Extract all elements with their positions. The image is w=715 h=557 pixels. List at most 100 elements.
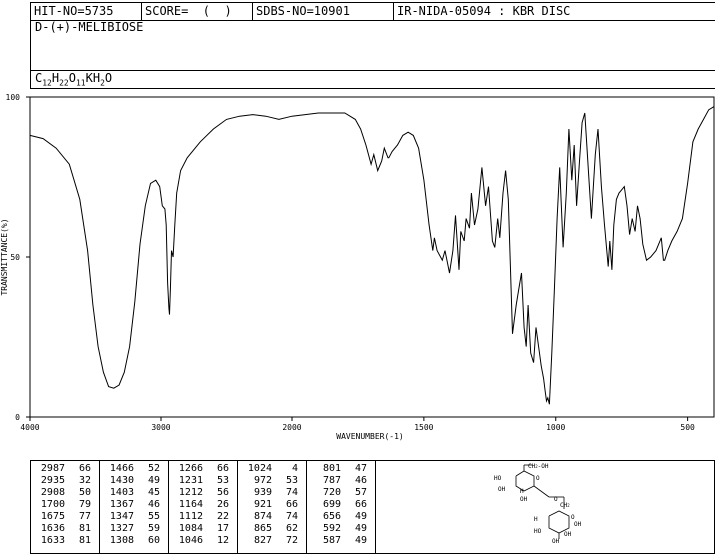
peak-wavenumber: 1112	[178, 511, 203, 522]
peak-transmittance: 66	[354, 499, 367, 510]
peak-row: 1212 56	[169, 487, 238, 499]
peak-column: 1024 4 972 53 939 74 921 66 874 74 865 62 827 72	[238, 463, 307, 547]
svg-text:O: O	[571, 514, 575, 521]
peak-transmittance: 59	[147, 523, 160, 534]
axis-ticks: 4000 3000 2000 1500 1000 500100500	[6, 93, 695, 432]
column-divider	[99, 461, 100, 553]
svg-text:H: H	[534, 516, 538, 523]
column-divider	[306, 461, 307, 553]
peak-row: 1367 46	[100, 499, 169, 511]
peak-wavenumber: 1024	[247, 463, 272, 474]
svg-text:OH: OH	[552, 538, 560, 545]
peak-wavenumber: 1347	[109, 511, 134, 522]
peak-row: 1347 55	[100, 511, 169, 523]
peak-wavenumber: 1046	[178, 535, 203, 546]
peak-row: 939 74	[238, 487, 307, 499]
peak-transmittance: 81	[78, 535, 91, 546]
peak-transmittance: 12	[216, 535, 229, 546]
peak-transmittance: 32	[78, 475, 91, 486]
peak-transmittance: 47	[354, 463, 367, 474]
peak-row: 2987 66	[31, 463, 100, 475]
peak-transmittance: 79	[78, 499, 91, 510]
peak-transmittance: 56	[216, 487, 229, 498]
peak-wavenumber: 1231	[178, 475, 203, 486]
y-tick-label: 50	[10, 253, 20, 262]
peak-row: 1164 26	[169, 499, 238, 511]
peak-row: 827 72	[238, 535, 307, 547]
peak-row: 656 49	[307, 511, 376, 523]
peak-transmittance: 4	[291, 463, 298, 474]
peak-row: 874 74	[238, 511, 307, 523]
column-divider	[168, 461, 169, 553]
peak-transmittance: 53	[285, 475, 298, 486]
peak-wavenumber: 720	[322, 487, 341, 498]
peak-row: 1308 60	[100, 535, 169, 547]
peak-row: 699 66	[307, 499, 376, 511]
peak-row: 921 66	[238, 499, 307, 511]
peak-wavenumber: 1308	[109, 535, 134, 546]
peak-transmittance: 60	[147, 535, 160, 546]
peak-transmittance: 74	[285, 511, 298, 522]
peak-wavenumber: 1633	[40, 535, 65, 546]
peak-transmittance: 49	[354, 535, 367, 546]
peak-wavenumber: 801	[322, 463, 341, 474]
svg-text:HO: HO	[494, 475, 502, 482]
compound-name: D-(+)-MELIBIOSE	[35, 20, 144, 34]
peak-transmittance: 81	[78, 523, 91, 534]
peak-row: 865 62	[238, 523, 307, 535]
peak-wavenumber: 2908	[40, 487, 65, 498]
peak-row: 1266 66	[169, 463, 238, 475]
svg-text:O: O	[554, 496, 558, 503]
ir-spectrum-chart: 4000 3000 2000 1500 1000 500100500 WAVENUMBER…	[0, 93, 715, 441]
peak-wavenumber: 1164	[178, 499, 203, 510]
sdbs-number: SDBS-NO=10901	[256, 4, 350, 18]
peak-wavenumber: 699	[322, 499, 341, 510]
peak-transmittance: 74	[285, 487, 298, 498]
peak-transmittance: 55	[147, 511, 160, 522]
peak-row: 1024 4	[238, 463, 307, 475]
ir-sample-info: IR-NIDA-05094 : KBR DISC	[397, 4, 571, 18]
peak-column: 2987 66 2935 32 2908 50 1700 79 1675 77 1636 81 1633…	[31, 463, 100, 547]
peak-wavenumber: 865	[253, 523, 272, 534]
peak-row: 1327 59	[100, 523, 169, 535]
svg-text:OH: OH	[520, 496, 528, 503]
molecular-formula: C12H22O11KH2O	[35, 71, 113, 88]
peak-row: 787 46	[307, 475, 376, 487]
peak-row: 1636 81	[31, 523, 100, 535]
peak-row: 2935 32	[31, 475, 100, 487]
peak-wavenumber: 921	[253, 499, 272, 510]
peak-row: 1700 79	[31, 499, 100, 511]
peak-transmittance: 49	[354, 511, 367, 522]
score: SCORE= ( )	[145, 4, 232, 18]
peak-transmittance: 72	[285, 535, 298, 546]
peak-wavenumber: 787	[322, 475, 341, 486]
peak-table: 2987 66 2935 32 2908 50 1700 79 1675 77 1636 81 1633…	[30, 460, 376, 554]
peak-transmittance: 17	[216, 523, 229, 534]
hit-number: HIT-NO=5735	[34, 4, 114, 18]
peak-transmittance: 66	[78, 463, 91, 474]
peak-row: 1403 45	[100, 487, 169, 499]
svg-text:HO: HO	[534, 528, 542, 535]
peak-wavenumber: 1675	[40, 511, 65, 522]
x-tick-label: 3000	[151, 423, 170, 432]
structure-panel: CH2-OH HO O OH H OH O CH2 H O OH HO OH O…	[374, 460, 715, 554]
peak-transmittance: 45	[147, 487, 160, 498]
peak-transmittance: 50	[78, 487, 91, 498]
y-tick-label: 0	[15, 413, 20, 422]
peak-transmittance: 49	[147, 475, 160, 486]
peak-transmittance: 49	[354, 523, 367, 534]
peak-wavenumber: 587	[322, 535, 341, 546]
svg-text:OH: OH	[564, 531, 572, 538]
peak-column: 1466 52 1430 49 1403 45 1367 46 1347 55 1327 59 1308…	[100, 463, 169, 547]
peak-transmittance: 26	[216, 499, 229, 510]
peak-row: 1046 12	[169, 535, 238, 547]
peak-wavenumber: 1403	[109, 487, 134, 498]
peak-wavenumber: 1367	[109, 499, 134, 510]
peak-transmittance: 66	[285, 499, 298, 510]
peak-transmittance: 57	[354, 487, 367, 498]
peak-wavenumber: 1466	[109, 463, 134, 474]
x-tick-label: 1000	[546, 423, 565, 432]
peak-row: 801 47	[307, 463, 376, 475]
peak-row: 1084 17	[169, 523, 238, 535]
peak-row: 1633 81	[31, 535, 100, 547]
